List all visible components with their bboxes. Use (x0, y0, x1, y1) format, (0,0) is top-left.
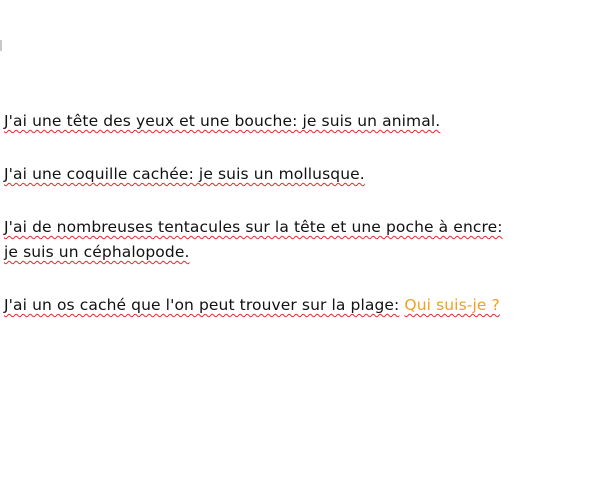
paragraph-cephalopode-line-1: J'ai de nombreuses tentacules sur la têt… (4, 217, 503, 237)
text-cursor-marker (0, 40, 2, 51)
line-text: J'ai une coquille cachée: je suis un mol… (4, 165, 365, 183)
paragraph-question: J'ai un os caché que l'on peut trouver s… (4, 295, 500, 315)
line-text: J'ai un os caché que l'on peut trouver s… (4, 296, 400, 314)
line-text: je suis un céphalopode. (4, 243, 190, 261)
line-text: J'ai de nombreuses tentacules sur la têt… (4, 218, 503, 236)
paragraph-cephalopode-line-2: je suis un céphalopode. (4, 242, 189, 262)
paragraph-mollusque: J'ai une coquille cachée: je suis un mol… (4, 164, 365, 184)
paragraph-animal: J'ai une tête des yeux et une bouche: je… (4, 111, 440, 131)
question-text: Qui suis-je ? (404, 296, 500, 314)
document-page[interactable]: J'ai une tête des yeux et une bouche: je… (0, 0, 600, 500)
line-text: J'ai une tête des yeux et une bouche: je… (4, 112, 441, 130)
